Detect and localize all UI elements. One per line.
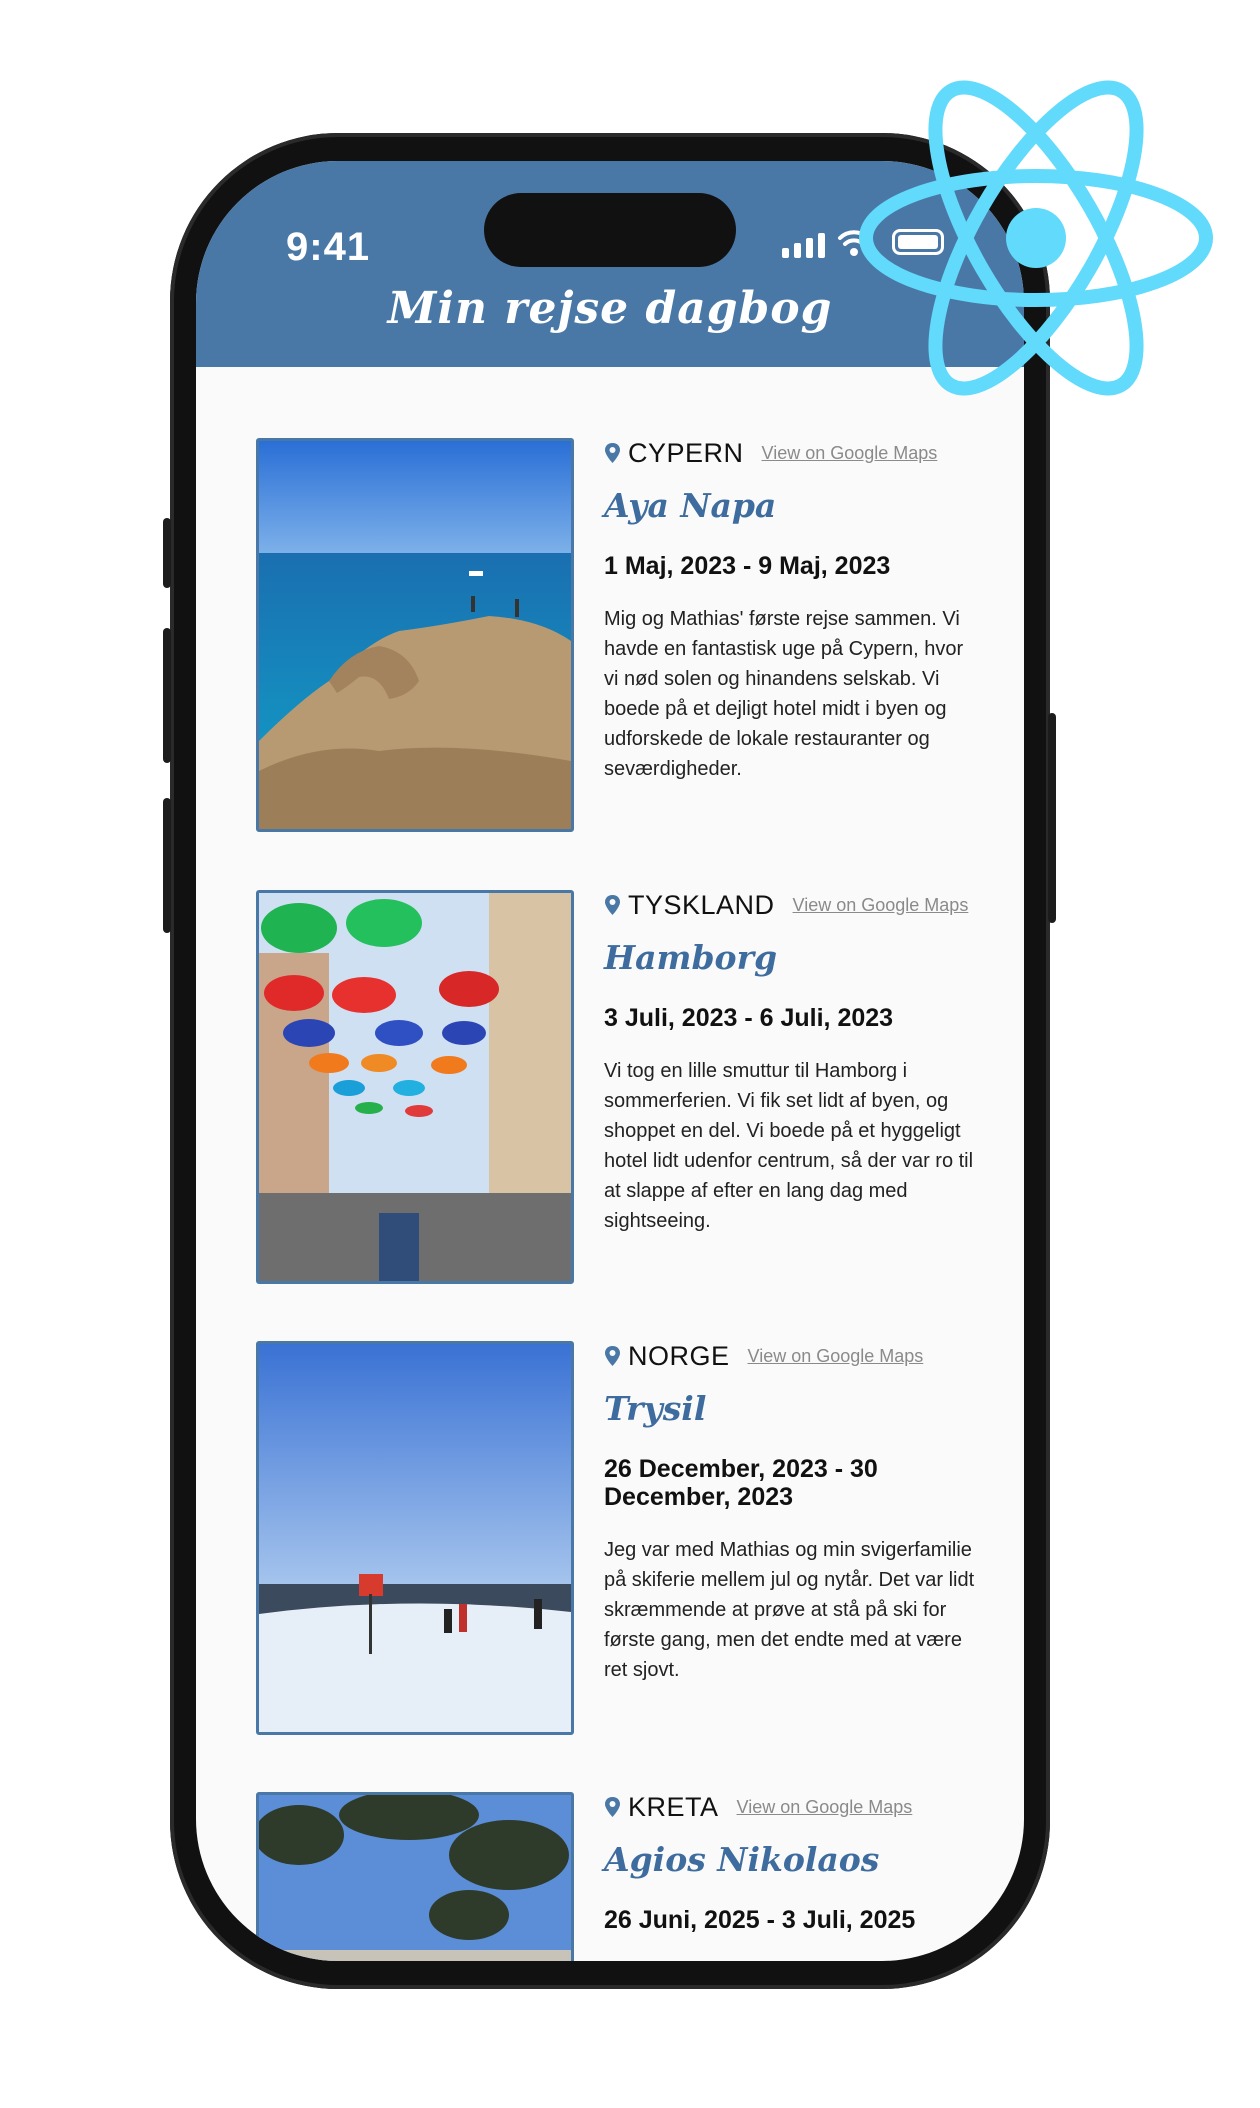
volume-up-button — [163, 628, 171, 763]
trip-place: Hamborg — [604, 938, 778, 977]
trip-place: Agios Nikolaos — [604, 1840, 880, 1879]
cellular-signal-icon — [782, 233, 825, 258]
trip-country: NORGE — [628, 1340, 730, 1371]
location-pin-icon — [605, 1797, 620, 1817]
location-row: NORGE View on Google Maps — [604, 1341, 979, 1371]
trip-photo-crete — [256, 1792, 574, 1961]
trip-info: TYSKLAND View on Google Maps Hamborg 3 J… — [604, 890, 979, 1236]
google-maps-link[interactable]: View on Google Maps — [737, 1797, 913, 1818]
trip-dates: 26 Juni, 2025 - 3 Juli, 2025 — [604, 1906, 916, 1934]
google-maps-link[interactable]: View on Google Maps — [762, 443, 938, 464]
google-maps-link[interactable]: View on Google Maps — [748, 1346, 924, 1367]
action-button — [163, 518, 171, 588]
trip-dates: 26 December, 2023 - 30 December, 2023 — [604, 1455, 878, 1511]
trip-photo-trysil — [256, 1341, 574, 1735]
dynamic-island — [484, 193, 736, 267]
location-row: CYPERN View on Google Maps — [604, 438, 979, 468]
location-pin-icon — [605, 443, 620, 463]
phone-frame: 9:41 Min rejse dagbog CYPERN View on Goo… — [163, 133, 1056, 1989]
status-time: 9:41 — [286, 225, 371, 269]
trip-photo-cyprus — [256, 438, 574, 832]
trip-dates: 1 Maj, 2023 - 9 Maj, 2023 — [604, 552, 891, 580]
power-button — [1048, 713, 1056, 923]
trip-description: Vi tog en lille smuttur til Hamborg i so… — [604, 1060, 974, 1232]
volume-down-button — [163, 798, 171, 933]
location-pin-icon — [605, 1346, 620, 1366]
trip-info: CYPERN View on Google Maps Aya Napa 1 Ma… — [604, 438, 979, 784]
trip-place: Aya Napa — [604, 486, 777, 525]
react-logo-icon — [859, 80, 1213, 396]
trip-description: Jeg var med Mathias og min svigerfamilie… — [604, 1539, 975, 1681]
trip-info: NORGE View on Google Maps Trysil 26 Dece… — [604, 1341, 979, 1685]
location-row: TYSKLAND View on Google Maps — [604, 890, 979, 920]
trip-country: KRETA — [628, 1791, 719, 1822]
trip-country: CYPERN — [628, 437, 744, 468]
trip-place: Trysil — [604, 1389, 707, 1428]
trip-dates: 3 Juli, 2023 - 6 Juli, 2023 — [604, 1004, 894, 1032]
trip-photo-hamburg — [256, 890, 574, 1284]
trip-info: KRETA View on Google Maps Agios Nikolaos… — [604, 1792, 979, 1935]
trip-description: Mig og Mathias' første rejse sammen. Vi … — [604, 608, 964, 780]
location-pin-icon — [605, 895, 620, 915]
location-row: KRETA View on Google Maps — [604, 1792, 979, 1822]
trip-country: TYSKLAND — [628, 889, 775, 920]
google-maps-link[interactable]: View on Google Maps — [793, 895, 969, 916]
phone-screen[interactable]: 9:41 Min rejse dagbog CYPERN View on Goo… — [196, 161, 1024, 1961]
